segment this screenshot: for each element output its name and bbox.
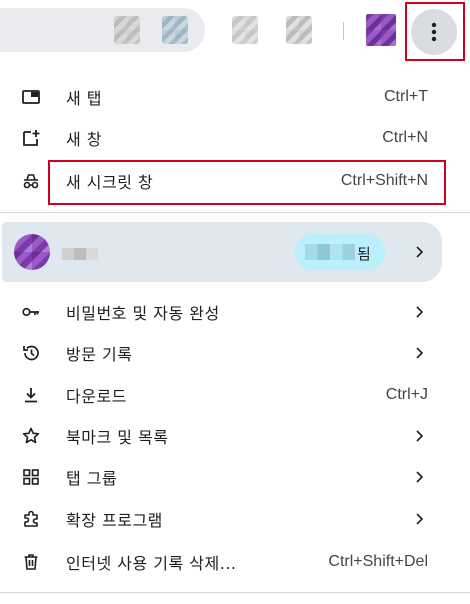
profile-avatar-icon[interactable] — [366, 14, 396, 46]
sync-status-redacted — [305, 244, 355, 260]
browser-toolbar — [0, 0, 470, 62]
menu-item-label: 방문 기록 — [66, 344, 133, 364]
menu-item-label: 확장 프로그램 — [66, 510, 163, 530]
profile-name-redacted — [62, 248, 98, 260]
chevron-right-icon — [416, 305, 424, 318]
menu-item-label: 탭 그룹 — [66, 468, 118, 488]
menu-button[interactable] — [411, 9, 457, 55]
profile-row[interactable]: 됨 — [2, 222, 442, 282]
incognito-icon — [20, 170, 42, 192]
menu-item-new-incognito-window[interactable]: 새 시크릿 창 Ctrl+Shift+N — [0, 160, 470, 201]
extension-icon[interactable] — [162, 16, 188, 44]
menu-item-shortcut: Ctrl+Shift+Del — [328, 552, 428, 570]
sync-status-label: 됨 — [357, 245, 371, 263]
tab-groups-icon — [20, 466, 42, 488]
more-vert-icon — [431, 22, 437, 42]
menu-item-passwords[interactable]: 비밀번호 및 자동 완성 — [0, 291, 470, 332]
key-icon — [20, 301, 42, 323]
trash-icon — [20, 551, 42, 573]
sync-status-chip: 됨 — [295, 234, 385, 270]
download-icon — [20, 384, 42, 406]
menu-item-bookmarks[interactable]: 북마크 및 목록 — [0, 415, 470, 456]
chevron-right-icon — [416, 470, 424, 483]
menu-item-history[interactable]: 방문 기록 — [0, 332, 470, 373]
extension-icon[interactable] — [286, 16, 312, 44]
extension-icon[interactable] — [114, 16, 140, 44]
menu-item-shortcut: Ctrl+N — [382, 128, 428, 146]
new-window-icon — [20, 127, 42, 149]
toolbar-divider — [343, 22, 344, 40]
new-tab-icon — [20, 86, 42, 108]
extension-icon — [20, 508, 42, 530]
menu-item-label: 다운로드 — [66, 386, 127, 406]
menu-item-label: 새 시크릿 창 — [66, 172, 154, 192]
menu-item-downloads[interactable]: 다운로드 Ctrl+J — [0, 374, 470, 415]
menu-item-extensions[interactable]: 확장 프로그램 — [0, 498, 470, 539]
history-icon — [20, 342, 42, 364]
menu-divider — [0, 212, 470, 213]
menu-item-clear-browsing-data[interactable]: 인터넷 사용 기록 삭제... Ctrl+Shift+Del — [0, 541, 470, 582]
menu-item-shortcut: Ctrl+J — [385, 385, 428, 403]
menu-divider — [0, 592, 470, 593]
chevron-right-icon — [416, 512, 424, 525]
star-icon — [20, 425, 42, 447]
menu-item-new-tab[interactable]: 새 탭 Ctrl+T — [0, 76, 470, 117]
chevron-right-icon — [416, 429, 424, 442]
chevron-right-icon — [416, 246, 424, 258]
extension-icon[interactable] — [232, 16, 258, 44]
menu-item-shortcut: Ctrl+Shift+N — [340, 171, 428, 189]
chevron-right-icon — [416, 346, 424, 359]
menu-item-label: 비밀번호 및 자동 완성 — [66, 303, 220, 323]
profile-avatar-icon — [14, 234, 50, 270]
menu-item-label: 인터넷 사용 기록 삭제... — [66, 553, 237, 573]
menu-item-label: 북마크 및 목록 — [66, 427, 169, 447]
menu-item-label: 새 탭 — [66, 88, 103, 108]
menu-item-shortcut: Ctrl+T — [384, 87, 428, 105]
menu-item-new-window[interactable]: 새 창 Ctrl+N — [0, 117, 470, 158]
menu-item-label: 새 창 — [66, 129, 103, 149]
menu-item-tab-groups[interactable]: 탭 그룹 — [0, 456, 470, 497]
